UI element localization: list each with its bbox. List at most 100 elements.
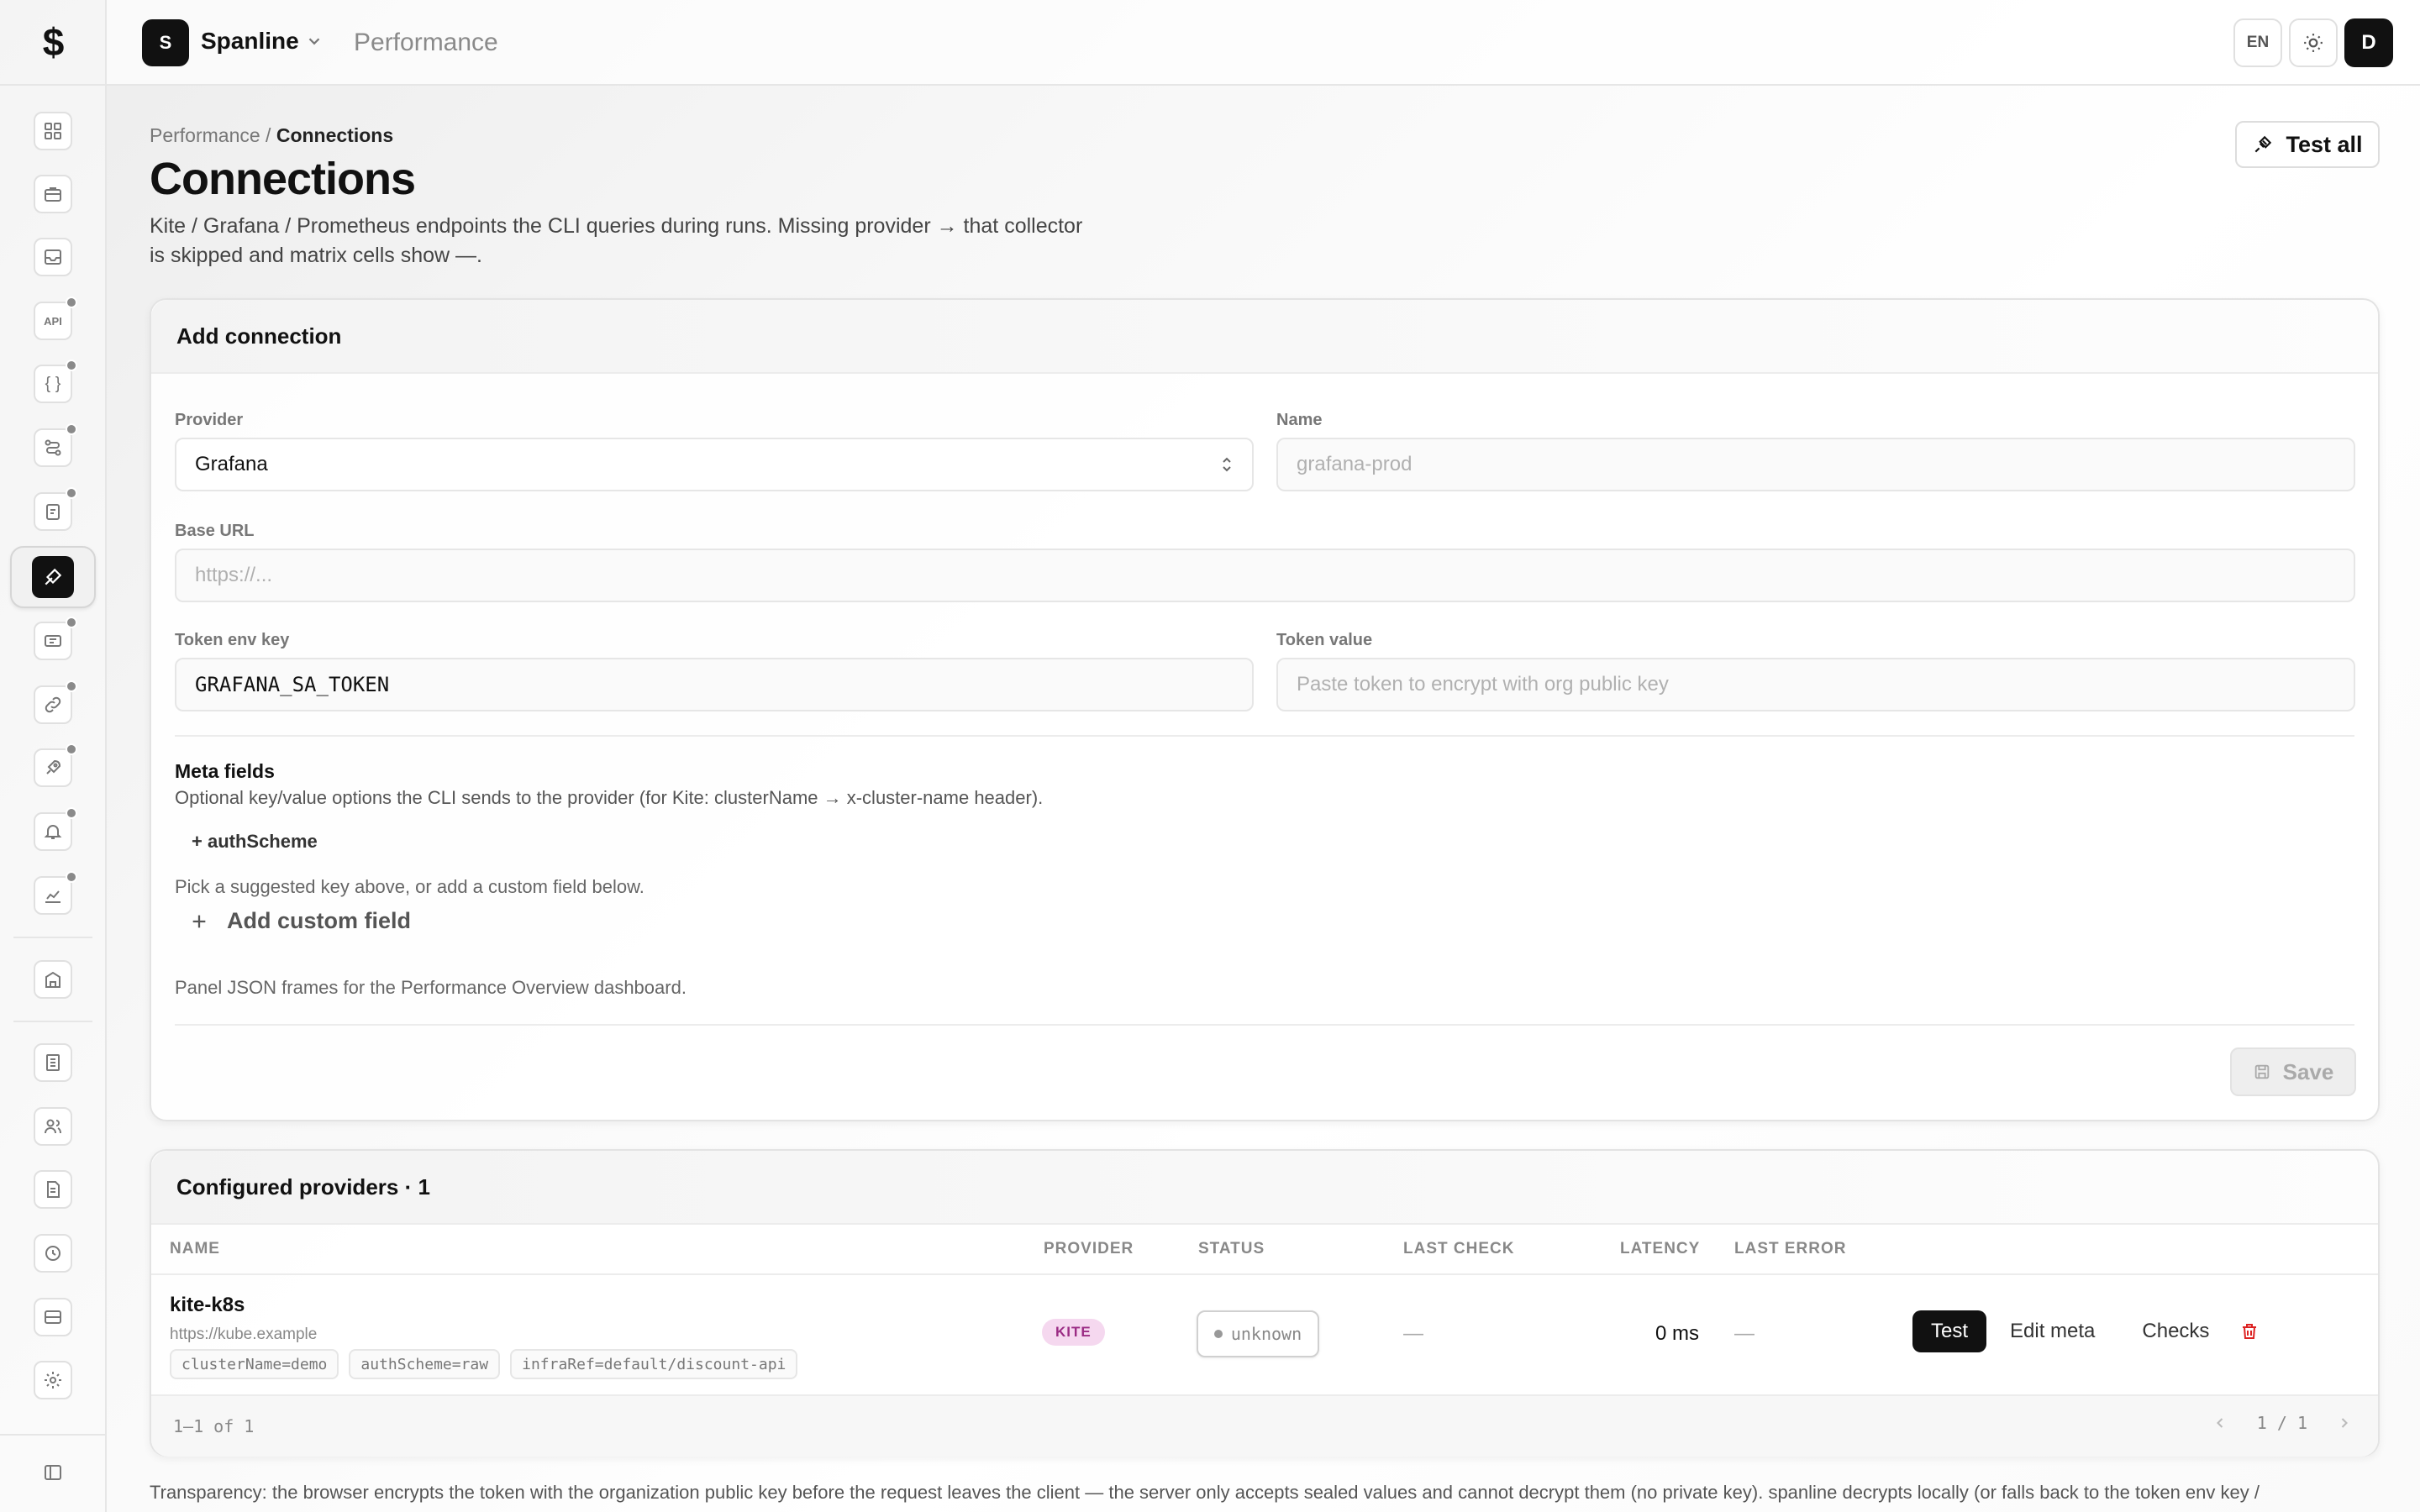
divider [175,1024,2354,1026]
nav-deploys[interactable] [34,743,77,787]
workspace-avatar[interactable]: S [142,19,189,66]
app-logo[interactable]: $ [0,0,107,86]
chevron-right-icon[interactable] [2336,1415,2353,1431]
token-value-input[interactable]: Paste token to encrypt with org public k… [1276,658,2355,711]
nav-inbox[interactable] [34,238,72,276]
nav-organization[interactable] [34,960,72,999]
checks-button[interactable]: Checks [2128,1310,2223,1352]
nav-reports[interactable] [34,487,77,531]
meta-tags: clusterName=demo authScheme=raw infraRef… [170,1349,798,1379]
token-env-key-label: Token env key [175,631,290,649]
add-custom-field-button[interactable]: Add custom field [190,908,411,934]
users-icon [45,1119,61,1134]
page-title: Connections [150,154,416,204]
divider [175,735,2354,737]
sidebar: $ API { } [0,0,107,1512]
suggested-key-authscheme[interactable]: + authScheme [192,831,318,853]
provider-select[interactable]: Grafana [175,438,1254,491]
dashboard-icon [45,123,61,139]
test-all-label: Test all [2286,131,2363,157]
ticket-icon [45,635,61,647]
building-icon [45,971,60,988]
test-all-button[interactable]: Test all [2235,121,2380,168]
breadcrumb-current: Connections [276,124,394,146]
nav-api[interactable]: API [34,297,77,340]
configured-providers-title: Configured providers · 1 [151,1151,2378,1223]
sidebar-divider [13,1021,92,1022]
workspace-name[interactable]: Spanline [201,28,299,55]
user-avatar[interactable]: D [2344,18,2393,67]
add-connection-card: Add connection Provider Grafana Name gra… [150,298,2380,1121]
save-icon [2254,1064,2269,1079]
nav-connections[interactable] [34,680,77,724]
meta-tag: infraRef=default/discount-api [510,1349,798,1379]
collapse-sidebar-button[interactable] [34,1453,72,1492]
test-connection-button[interactable]: Test [1912,1310,1987,1352]
notification-dot [66,360,77,371]
breadcrumb-parent[interactable]: Performance [150,124,260,146]
save-label: Save [2282,1058,2334,1084]
ledger-icon [46,1054,60,1071]
save-button[interactable]: Save [2230,1047,2356,1096]
briefcase-icon [45,187,61,202]
nav-dashboard[interactable] [34,112,72,150]
plug-icon [2255,135,2272,153]
nav-performance[interactable] [10,546,96,608]
nav-projects[interactable] [34,175,72,213]
inbox-icon [45,249,61,265]
language-button[interactable]: EN [2233,18,2282,67]
sidebar-divider [13,937,92,938]
chevron-left-icon[interactable] [2212,1415,2228,1431]
column-header-name: NAME [170,1240,220,1257]
chevron-down-icon[interactable] [305,32,324,50]
provider-label: Provider [175,411,244,429]
table-footer: 1–1 of 1 1 / 1 [151,1394,2378,1457]
nav-docs[interactable] [34,1170,72,1209]
performance-icon [45,568,62,585]
nav-settings[interactable] [34,1361,72,1399]
pagination-count: 1–1 of 1 [173,1416,255,1436]
nav-schemas[interactable]: { } [34,360,77,403]
nav-tickets[interactable] [34,617,77,660]
nav-history[interactable] [34,1234,72,1273]
delete-connection-button[interactable] [2233,1310,2266,1352]
meta-fields-description: Optional key/value options the CLI sends… [175,787,1044,808]
chevron-updown-icon [1223,457,1231,472]
configured-providers-card: Configured providers · 1 NAME PROVIDER S… [150,1149,2380,1457]
nav-ledger[interactable] [34,1043,72,1082]
notification-dot [66,680,77,692]
nav-storage[interactable] [34,1298,72,1336]
divider [151,1223,2378,1225]
column-header-latency: LATENCY [1620,1240,1701,1257]
column-header-last-error: LAST ERROR [1734,1240,1847,1257]
theme-toggle-button[interactable] [2289,18,2338,67]
nav-alerts[interactable] [34,807,77,851]
column-header-last-check: LAST CHECK [1403,1240,1515,1257]
pagination: 1 / 1 [2212,1413,2353,1433]
breadcrumb-separator: / [260,124,276,146]
nav-workflows[interactable] [34,423,77,467]
meta-fields-hint: Pick a suggested key above, or add a cus… [175,876,644,897]
transparency-note: Transparency: the browser encrypts the t… [150,1482,2260,1503]
topbar: S Spanline Performance EN D [107,0,2420,86]
base-url-input[interactable]: https://... [175,549,2355,602]
name-input[interactable]: grafana-prod [1276,438,2355,491]
report-icon [47,1181,60,1198]
pagination-page: 1 / 1 [2256,1413,2307,1433]
provider-select-value: Grafana [195,453,268,475]
dollar-logo-icon: $ [42,20,65,64]
trash-icon [2243,1324,2257,1339]
sun-icon [2304,34,2323,52]
connection-url: https://kube.example [170,1326,318,1343]
chart-icon [45,890,60,903]
token-env-key-input[interactable]: GRAFANA_SA_TOKEN [175,658,1254,711]
nav-performance-active-indicator [32,556,74,598]
meta-tag: authScheme=raw [349,1349,501,1379]
latency-value: 0 ms [1655,1322,1700,1345]
add-custom-field-label: Add custom field [227,908,412,933]
nav-analytics[interactable] [34,871,77,915]
edit-meta-button[interactable]: Edit meta [1996,1310,2108,1352]
link-icon [45,696,61,713]
provider-badge: KITE [1042,1319,1105,1346]
nav-users[interactable] [34,1107,72,1146]
